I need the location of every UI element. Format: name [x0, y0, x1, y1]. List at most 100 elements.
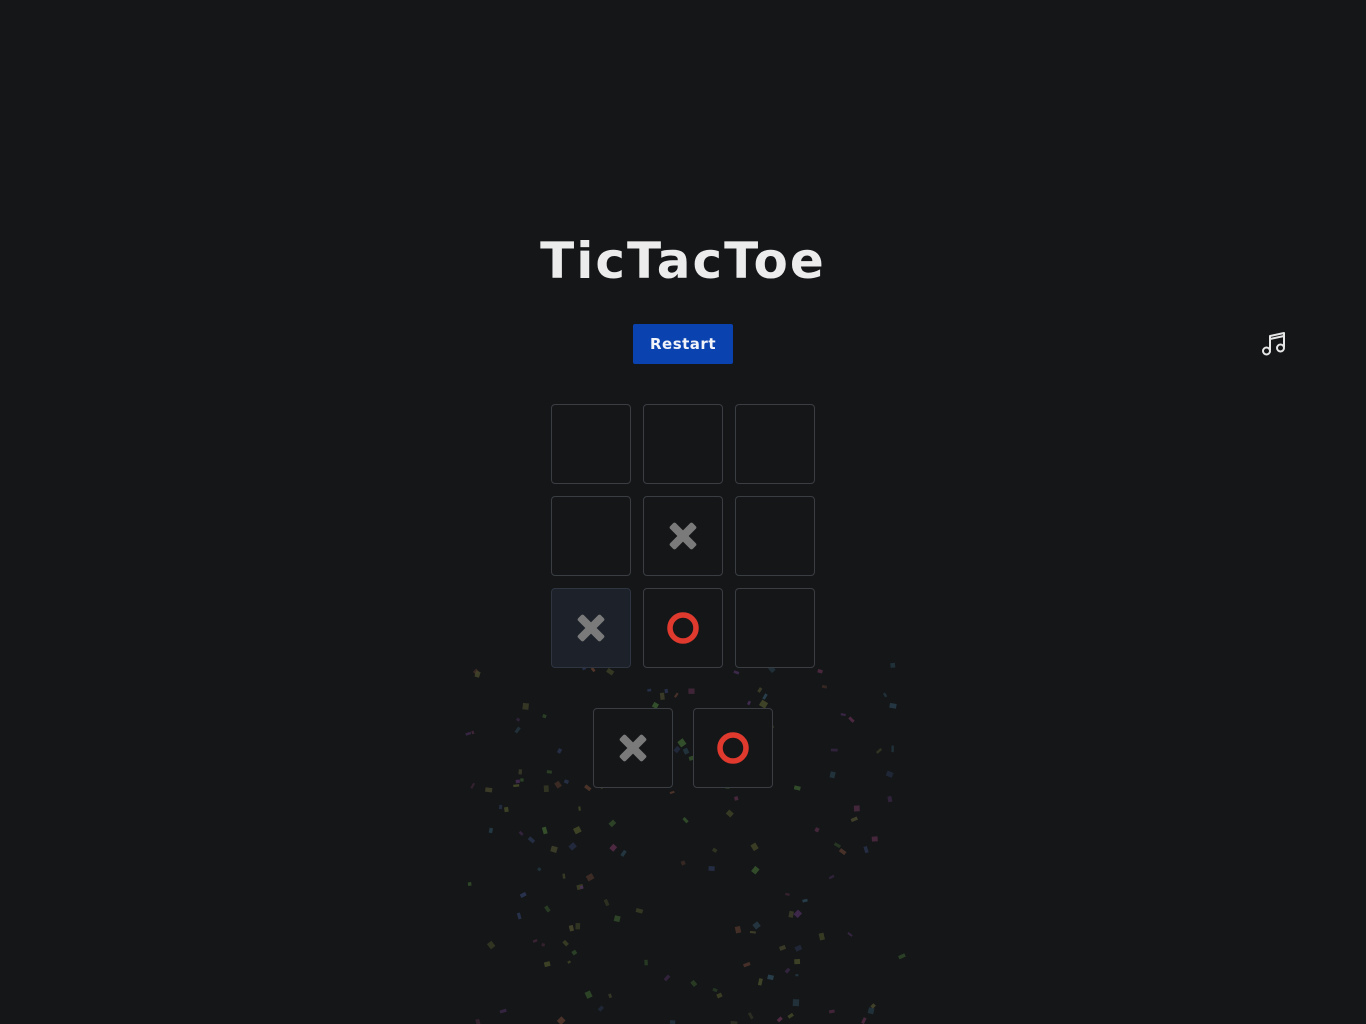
- confetti-piece: [603, 898, 610, 907]
- confetti-piece: [751, 865, 760, 875]
- confetti-piece: [848, 716, 855, 723]
- confetti-piece: [571, 949, 578, 956]
- confetti-piece: [575, 923, 581, 930]
- confetti-piece: [793, 909, 803, 919]
- piece-option[interactable]: [693, 708, 773, 788]
- page-title: TicTacToe: [540, 232, 826, 290]
- confetti-piece: [541, 826, 548, 835]
- confetti-piece: [664, 688, 669, 694]
- confetti-piece: [795, 974, 799, 977]
- confetti-piece: [532, 939, 538, 943]
- confetti-piece: [688, 688, 695, 694]
- confetti-piece: [543, 961, 551, 968]
- confetti-piece: [608, 993, 613, 999]
- confetti-piece: [669, 790, 675, 795]
- confetti-piece: [518, 769, 523, 775]
- confetti-piece: [898, 953, 906, 960]
- confetti-piece: [850, 816, 858, 823]
- confetti-piece: [467, 882, 472, 886]
- confetti-piece: [830, 748, 838, 752]
- confetti-piece: [757, 687, 763, 693]
- confetti-piece: [757, 978, 763, 986]
- confetti-piece: [488, 827, 494, 834]
- confetti-piece: [576, 883, 584, 891]
- confetti-piece: [712, 987, 718, 993]
- confetti-piece: [472, 668, 479, 675]
- confetti-piece: [838, 848, 847, 856]
- confetti-piece: [802, 898, 808, 903]
- confetti-piece: [814, 827, 820, 833]
- confetti-piece: [840, 713, 846, 717]
- piece-option[interactable]: [593, 708, 673, 788]
- confetti-piece: [875, 748, 883, 754]
- board-cell[interactable]: [643, 588, 723, 668]
- confetti-piece: [537, 867, 542, 872]
- confetti-piece: [499, 1008, 507, 1014]
- board-cell[interactable]: [551, 588, 631, 668]
- confetti-piece: [861, 1017, 867, 1024]
- confetti-piece: [778, 944, 787, 951]
- confetti-piece: [562, 939, 569, 947]
- confetti-piece: [725, 809, 734, 818]
- confetti-piece: [767, 974, 774, 981]
- confetti-piece: [573, 826, 582, 835]
- confetti-piece: [585, 873, 595, 882]
- confetti-piece: [546, 770, 552, 774]
- board-cell[interactable]: [735, 588, 815, 668]
- confetti-piece: [498, 804, 503, 810]
- confetti-piece: [579, 885, 584, 890]
- confetti-piece: [597, 1005, 605, 1012]
- confetti-piece: [584, 784, 592, 792]
- confetti-piece: [794, 959, 801, 965]
- confetti-piece: [863, 845, 869, 854]
- confetti-piece: [711, 847, 718, 853]
- confetti-piece: [792, 999, 800, 1007]
- confetti-piece: [817, 668, 823, 674]
- confetti-piece: [562, 873, 566, 879]
- confetti-piece: [785, 892, 790, 896]
- piece-selector: [593, 708, 773, 788]
- game-board: [551, 404, 815, 668]
- confetti-piece: [887, 795, 893, 803]
- confetti-piece: [543, 785, 549, 793]
- board-cell[interactable]: [735, 404, 815, 484]
- restart-button[interactable]: Restart: [633, 324, 733, 364]
- confetti-piece: [821, 684, 828, 689]
- board-cell[interactable]: [551, 404, 631, 484]
- board-cell[interactable]: [643, 404, 723, 484]
- confetti-piece: [882, 692, 888, 698]
- confetti-piece: [544, 905, 551, 913]
- confetti-piece: [635, 907, 644, 914]
- confetti-piece: [890, 662, 896, 668]
- board-cell[interactable]: [735, 496, 815, 576]
- confetti-piece: [663, 974, 671, 982]
- board-cell[interactable]: [551, 496, 631, 576]
- confetti-piece: [527, 836, 536, 844]
- confetti-piece: [885, 770, 894, 778]
- game-page: TicTacToe Restart: [0, 0, 1366, 1024]
- confetti-piece: [734, 925, 742, 934]
- confetti-piece: [515, 717, 521, 722]
- confetti-piece: [563, 779, 570, 785]
- confetti-piece: [647, 688, 652, 692]
- board-cell[interactable]: [643, 496, 723, 576]
- confetti-piece: [578, 806, 581, 811]
- confetti-piece: [853, 805, 860, 812]
- confetti-piece: [891, 745, 894, 753]
- confetti-piece: [674, 692, 679, 698]
- confetti-piece: [867, 1007, 875, 1015]
- confetti-piece: [474, 670, 481, 678]
- confetti-piece: [680, 860, 686, 866]
- confetti-piece: [584, 990, 593, 999]
- confetti-piece: [793, 785, 801, 791]
- confetti-piece: [475, 1018, 481, 1024]
- confetti-piece: [541, 943, 546, 947]
- confetti-piece: [514, 726, 521, 734]
- music-note-icon[interactable]: [1260, 330, 1288, 358]
- confetti-piece: [847, 932, 853, 937]
- confetti-piece: [794, 944, 803, 952]
- o-mark-icon: [667, 612, 699, 644]
- confetti-piece: [556, 747, 563, 754]
- confetti-piece: [567, 960, 572, 964]
- confetti-piece: [568, 924, 575, 932]
